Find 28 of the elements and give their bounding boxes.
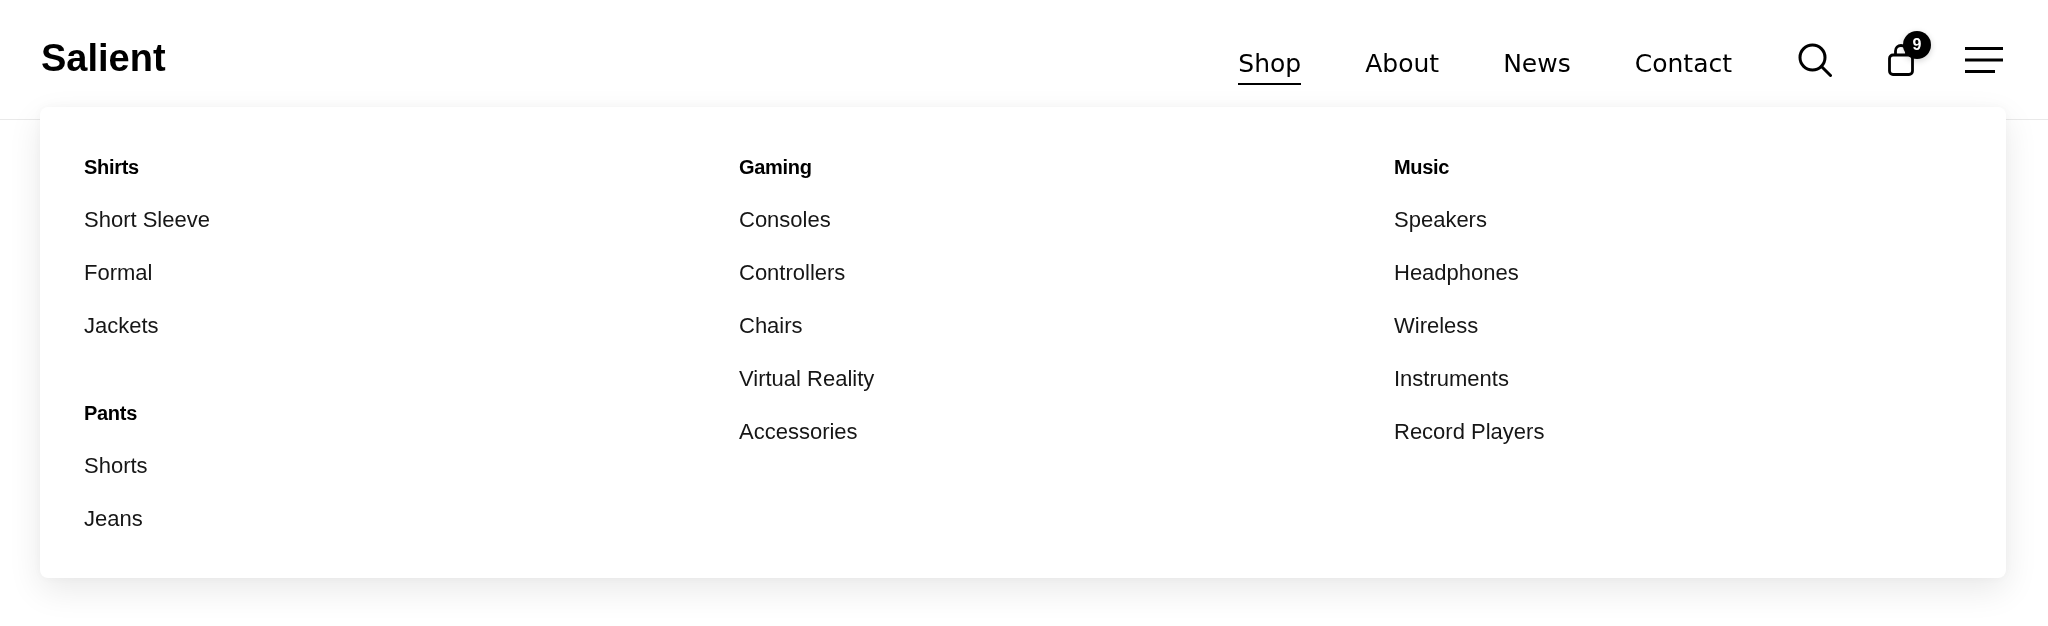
menu-link[interactable]: Jackets — [84, 311, 159, 341]
menu-link[interactable]: Chairs — [739, 311, 803, 341]
cart-count-badge: 9 — [1903, 31, 1931, 59]
category-heading[interactable]: Music — [1394, 152, 1450, 182]
menu-link[interactable]: Controllers — [739, 258, 846, 288]
category-heading[interactable]: Shirts — [84, 152, 139, 182]
menu-link[interactable]: Consoles — [739, 205, 831, 235]
nav-link[interactable]: Shop — [1238, 44, 1302, 85]
category-heading[interactable]: Gaming — [739, 152, 812, 182]
menu-link[interactable]: Virtual Reality — [739, 364, 875, 394]
shopping-bag-icon[interactable] — [1888, 43, 1914, 76]
search-icon[interactable] — [1798, 42, 1832, 77]
menu-link[interactable]: Instruments — [1394, 364, 1509, 394]
menu-link[interactable]: Formal — [84, 258, 153, 288]
menu-link[interactable]: Shorts — [84, 451, 148, 481]
menu-link[interactable]: Wireless — [1394, 311, 1479, 341]
menu-link[interactable]: Speakers — [1394, 205, 1487, 235]
site-logo[interactable]: Salient — [41, 34, 166, 81]
nav-link[interactable]: Contact — [1634, 44, 1732, 85]
menu-link[interactable]: Jeans — [84, 504, 143, 534]
category-heading[interactable]: Pants — [84, 398, 137, 428]
menu-link[interactable]: Accessories — [739, 417, 858, 447]
menu-link[interactable]: Record Players — [1394, 417, 1545, 447]
nav-link[interactable]: News — [1503, 44, 1571, 85]
menu-link[interactable]: Short Sleeve — [84, 205, 210, 235]
menu-icon[interactable] — [1965, 46, 2003, 73]
nav-link[interactable]: About — [1365, 44, 1440, 85]
menu-link[interactable]: Headphones — [1394, 258, 1519, 288]
